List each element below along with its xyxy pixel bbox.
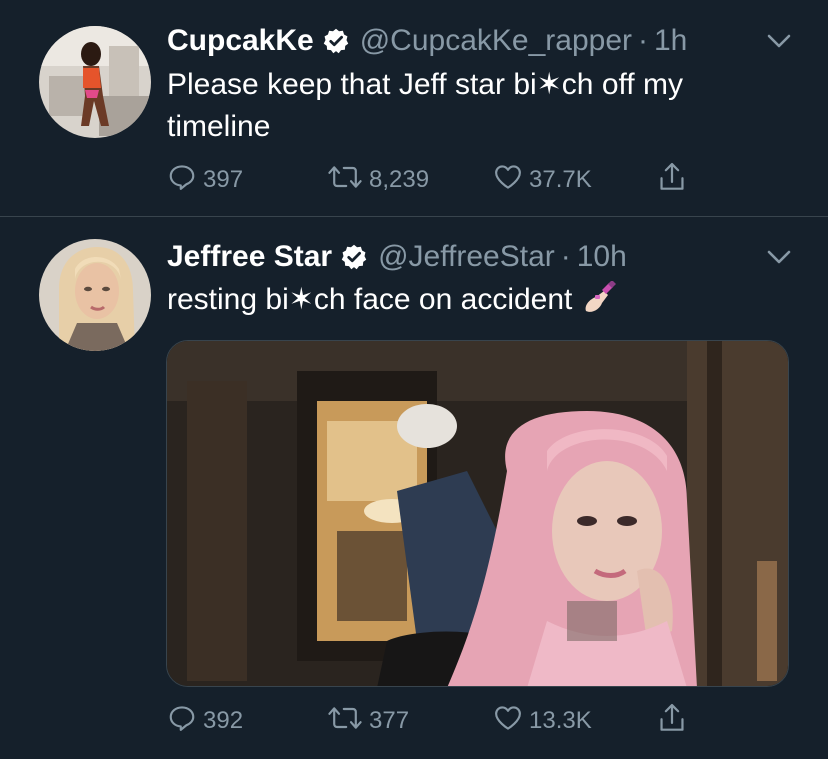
separator: · xyxy=(638,24,648,57)
retweet-icon xyxy=(327,703,363,740)
avatar-photo xyxy=(39,26,151,138)
tweet-actions: 397 8,239 37.7K xyxy=(167,160,727,200)
reply-icon xyxy=(167,162,197,199)
tweet-media-photo[interactable] xyxy=(166,340,789,687)
verified-badge-icon xyxy=(322,27,350,55)
avatar[interactable] xyxy=(39,26,151,138)
tweet-text: Please keep that Jeff star bi✶ch off my … xyxy=(167,68,683,143)
timestamp[interactable]: 1h xyxy=(654,21,687,61)
tweet[interactable]: CupcakKe @CupcakKe_rapper · 1h Please ke… xyxy=(0,0,828,216)
avatar-photo xyxy=(39,239,151,351)
tweet-header: Jeffree Star @JeffreeStar · 10h xyxy=(167,237,627,277)
chevron-down-icon[interactable] xyxy=(766,244,792,270)
nail-polish-emoji xyxy=(582,280,618,327)
share-button[interactable] xyxy=(657,701,687,741)
reply-count: 392 xyxy=(203,707,244,734)
tweet-text: resting bi✶ch face on accident xyxy=(167,283,573,316)
like-button[interactable]: 13.3K xyxy=(493,701,592,741)
share-icon xyxy=(657,702,687,741)
heart-icon xyxy=(493,162,523,199)
display-name[interactable]: Jeffree Star xyxy=(167,237,332,277)
retweet-button[interactable]: 8,239 xyxy=(327,160,429,200)
reply-button[interactable]: 392 xyxy=(167,701,243,741)
reply-icon xyxy=(167,703,197,740)
separator: · xyxy=(560,240,571,273)
share-button[interactable] xyxy=(657,160,687,200)
timestamp[interactable]: 10h xyxy=(577,237,627,277)
handle[interactable]: @CupcakKe_rapper xyxy=(360,21,632,61)
tweet[interactable]: Jeffree Star @JeffreeStar · 10h resting … xyxy=(0,217,828,759)
retweet-icon xyxy=(327,162,363,199)
retweet-count: 377 xyxy=(369,707,410,734)
retweet-button[interactable]: 377 xyxy=(327,701,409,741)
verified-badge-icon xyxy=(340,243,368,271)
retweet-count: 8,239 xyxy=(369,166,430,193)
tweet-text-row: resting bi✶ch face on accident xyxy=(167,279,767,327)
reply-button[interactable]: 397 xyxy=(167,160,243,200)
reply-count: 397 xyxy=(203,166,244,193)
handle[interactable]: @JeffreeStar xyxy=(378,237,555,277)
chevron-down-icon[interactable] xyxy=(766,28,792,54)
tweet-actions: 392 377 13.3K xyxy=(167,701,727,741)
display-name[interactable]: CupcakKe xyxy=(167,21,314,61)
like-button[interactable]: 37.7K xyxy=(493,160,592,200)
avatar[interactable] xyxy=(39,239,151,351)
heart-icon xyxy=(493,703,523,740)
like-count: 37.7K xyxy=(529,166,592,193)
share-icon xyxy=(657,161,687,200)
tweet-header: CupcakKe @CupcakKe_rapper · 1h xyxy=(167,21,687,61)
like-count: 13.3K xyxy=(529,707,592,734)
photo xyxy=(167,341,788,686)
